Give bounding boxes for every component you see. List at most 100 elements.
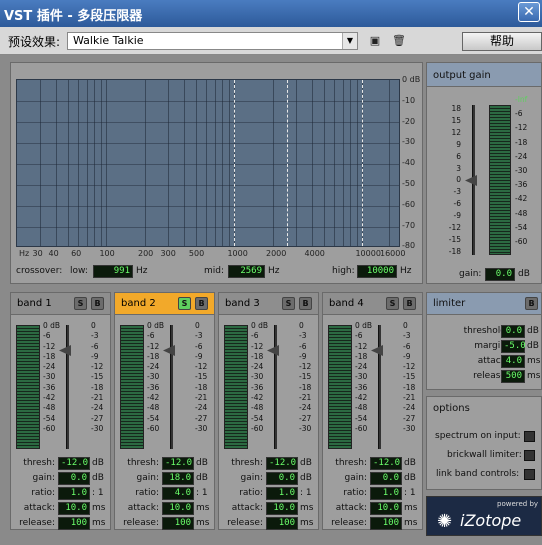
band-gain-value[interactable]: 0.0 bbox=[370, 472, 402, 485]
db-tick-label: -30 bbox=[402, 137, 416, 147]
limiter-release-value[interactable]: 500 bbox=[501, 370, 525, 383]
band-threshold-track[interactable] bbox=[170, 325, 173, 449]
band-ratio-value[interactable]: 1.0 bbox=[370, 487, 402, 500]
band-title: band 3 bbox=[225, 298, 260, 309]
output-meter-tick-label: -Inf bbox=[515, 95, 528, 104]
close-icon[interactable]: ✕ bbox=[518, 2, 540, 22]
output-gain-value[interactable]: 0.0 bbox=[485, 268, 515, 281]
hz-tick-label: 40 bbox=[48, 249, 59, 258]
delete-icon[interactable]: 🗑 bbox=[392, 34, 406, 48]
band-ratio-value[interactable]: 4.0 bbox=[162, 487, 194, 500]
output-meter-tick-label: -54 bbox=[515, 222, 528, 232]
gr-tick-label: -15 bbox=[403, 372, 416, 382]
band-ratio-value[interactable]: 1.0 bbox=[58, 487, 90, 500]
band-header[interactable]: band 4 SB bbox=[323, 293, 422, 315]
band-header[interactable]: band 3 SB bbox=[219, 293, 318, 315]
crossover-low-marker[interactable] bbox=[233, 80, 235, 246]
band-thresh-value[interactable]: -12.0 bbox=[370, 457, 402, 470]
band-release-label: release: bbox=[227, 518, 263, 528]
chevron-down-icon[interactable]: ▼ bbox=[342, 33, 357, 49]
band-attack-value[interactable]: 10.0 bbox=[58, 502, 90, 515]
band-ratio-label: ratio: bbox=[135, 488, 159, 498]
band-ratio-unit: : 1 bbox=[404, 488, 416, 498]
band-thresh-label: thresh: bbox=[335, 458, 367, 468]
band-header[interactable]: band 1 SB bbox=[11, 293, 110, 315]
meter-tick-label: -54 bbox=[147, 413, 160, 423]
gr-tick-label: -9 bbox=[403, 351, 411, 361]
band-header[interactable]: band 2 SB bbox=[115, 293, 214, 315]
band-gain-value[interactable]: 0.0 bbox=[266, 472, 298, 485]
band-threshold-track[interactable] bbox=[274, 325, 277, 449]
band-thresh-label: thresh: bbox=[231, 458, 263, 468]
gr-tick-label: -6 bbox=[91, 341, 99, 351]
output-gain-slider-thumb[interactable] bbox=[465, 175, 477, 186]
band-ratio-value[interactable]: 1.0 bbox=[266, 487, 298, 500]
band-bypass-button[interactable]: B bbox=[299, 297, 312, 310]
band-bypass-button[interactable]: B bbox=[403, 297, 416, 310]
limiter-attack-value[interactable]: 4.0 bbox=[501, 355, 525, 368]
gr-tick-label: -6 bbox=[299, 341, 307, 351]
band-release-value[interactable]: 100 bbox=[266, 517, 298, 530]
gr-tick-label: -30 bbox=[299, 423, 312, 433]
band-thresh-value[interactable]: -12.0 bbox=[162, 457, 194, 470]
meter-tick-label: -24 bbox=[147, 362, 160, 372]
meter-tick-label: -24 bbox=[251, 362, 264, 372]
meter-tick-label: -48 bbox=[355, 403, 368, 413]
band-title: band 1 bbox=[17, 298, 52, 309]
gr-tick-label: -21 bbox=[299, 393, 312, 403]
meter-tick-label: -48 bbox=[147, 403, 160, 413]
crossover-high-label: high: bbox=[332, 266, 355, 276]
gr-tick-label: -30 bbox=[195, 423, 208, 433]
band-gain-value[interactable]: 0.0 bbox=[58, 472, 90, 485]
gr-tick-label: -15 bbox=[195, 372, 208, 382]
limiter-margin-unit: dB bbox=[527, 341, 539, 351]
band-attack-label: attack: bbox=[231, 503, 263, 513]
limiter-bypass-button[interactable]: B bbox=[525, 297, 538, 310]
band-attack-value[interactable]: 10.0 bbox=[370, 502, 402, 515]
band-bypass-button[interactable]: B bbox=[91, 297, 104, 310]
option-brickwall-checkbox[interactable] bbox=[524, 450, 535, 461]
option-link-checkbox[interactable] bbox=[524, 469, 535, 480]
band-solo-button[interactable]: S bbox=[74, 297, 87, 310]
preset-select[interactable]: Walkie Talkie ▼ bbox=[67, 32, 358, 50]
band-solo-button[interactable]: S bbox=[282, 297, 295, 310]
help-button[interactable]: 帮助 bbox=[462, 32, 542, 51]
meter-tick-label: -6 bbox=[147, 331, 155, 341]
band-release-label: release: bbox=[19, 518, 55, 528]
band-attack-value[interactable]: 10.0 bbox=[162, 502, 194, 515]
band-attack-value[interactable]: 10.0 bbox=[266, 502, 298, 515]
gr-tick-label: -27 bbox=[299, 413, 312, 423]
band-threshold-track[interactable] bbox=[378, 325, 381, 449]
hz-tick-label: 4000 bbox=[304, 249, 325, 258]
band-gain-unit: dB bbox=[300, 473, 312, 483]
save-icon[interactable]: ▣ bbox=[368, 34, 382, 48]
limiter-margin-label: margin: bbox=[474, 341, 509, 351]
band-meter-scale: 0 dB -6 -12 -18 -24 -30 -36 -42 -48 -54 -60 bbox=[43, 321, 65, 434]
band-solo-button[interactable]: S bbox=[386, 297, 399, 310]
band-thresh-value[interactable]: -12.0 bbox=[266, 457, 298, 470]
meter-tick-label: 0 dB bbox=[355, 321, 373, 330]
band-gain-value[interactable]: 18.0 bbox=[162, 472, 194, 485]
crossover-mid-label: mid: bbox=[204, 266, 225, 276]
crossover-high-marker[interactable] bbox=[362, 80, 364, 246]
band-release-value[interactable]: 100 bbox=[58, 517, 90, 530]
band-gr-scale: 0 -3 -6 -9 -12 -15 -18 -21 -24 -27 -30 bbox=[195, 321, 215, 434]
gr-tick-label: -27 bbox=[403, 413, 416, 423]
crossover-mid-marker[interactable] bbox=[286, 80, 288, 246]
band-solo-button[interactable]: S bbox=[178, 297, 191, 310]
crossover-low-value[interactable]: 991 bbox=[93, 265, 133, 278]
band-meter-scale: 0 dB -6 -12 -18 -24 -30 -36 -42 -48 -54 -60 bbox=[251, 321, 273, 434]
band-release-value[interactable]: 100 bbox=[162, 517, 194, 530]
band-release-value[interactable]: 100 bbox=[370, 517, 402, 530]
band-thresh-value[interactable]: -12.0 bbox=[58, 457, 90, 470]
output-meter-tick-label: -60 bbox=[515, 237, 528, 247]
crossover-high-value[interactable]: 10000 bbox=[357, 265, 397, 278]
limiter-threshold-value[interactable]: 0.0 bbox=[501, 325, 525, 338]
crossover-mid-value[interactable]: 2569 bbox=[228, 265, 265, 278]
gr-tick-label: -12 bbox=[195, 362, 208, 372]
option-spectrum-checkbox[interactable] bbox=[524, 431, 535, 442]
band-threshold-track[interactable] bbox=[66, 325, 69, 449]
limiter-margin-value[interactable]: -5.0 bbox=[501, 340, 526, 353]
band-bypass-button[interactable]: B bbox=[195, 297, 208, 310]
gr-tick-label: -3 bbox=[91, 331, 99, 341]
